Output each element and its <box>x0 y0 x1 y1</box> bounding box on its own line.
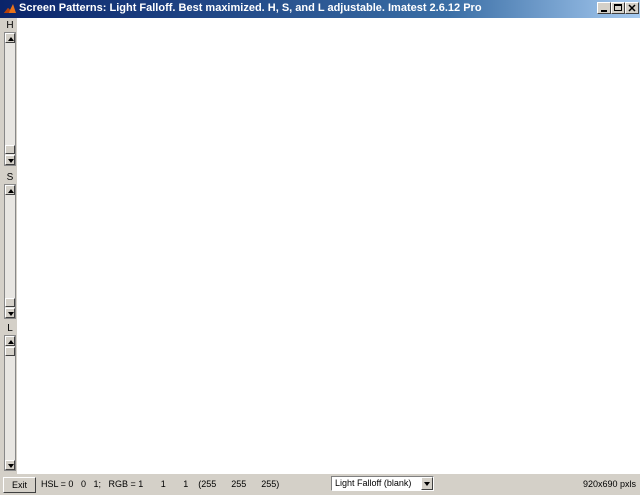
pattern-select[interactable]: Light Falloff (blank) <box>331 476 434 491</box>
app-window: Screen Patterns: Light Falloff. Best max… <box>0 0 640 495</box>
arrow-up-icon <box>8 340 14 344</box>
h-slider-label: H <box>6 20 14 31</box>
minimize-button[interactable] <box>597 2 611 14</box>
close-icon <box>628 4 636 12</box>
s-slider-thumb[interactable] <box>5 298 15 307</box>
l-slider[interactable] <box>4 335 16 471</box>
status-bar: Exit HSL = 0 0 1; RGB = 1 1 1 (255 255 2… <box>0 474 640 495</box>
arrow-down-icon <box>8 464 14 468</box>
minimize-icon <box>601 10 607 12</box>
hsl-rgb-readout: HSL = 0 0 1; RGB = 1 1 1 (255 255 255) <box>41 479 280 489</box>
l-slider-down-button[interactable] <box>5 460 15 470</box>
s-slider-up-button[interactable] <box>5 185 15 195</box>
h-slider[interactable] <box>4 32 16 166</box>
maximize-icon <box>614 4 622 11</box>
window-title: Screen Patterns: Light Falloff. Best max… <box>19 2 482 14</box>
h-slider-up-button[interactable] <box>5 33 15 43</box>
pattern-select-dropdown-button[interactable] <box>421 477 433 490</box>
s-slider[interactable] <box>4 184 16 319</box>
maximize-button[interactable] <box>611 2 625 14</box>
pattern-select-value: Light Falloff (blank) <box>335 478 412 488</box>
h-slider-thumb[interactable] <box>5 145 15 154</box>
matlab-logo-icon <box>4 4 16 13</box>
pattern-size: 920x690 pxls <box>582 479 636 489</box>
l-slider-label: L <box>7 323 13 334</box>
s-slider-down-button[interactable] <box>5 308 15 318</box>
arrow-up-icon <box>8 189 14 193</box>
arrow-up-icon <box>8 37 14 41</box>
chevron-down-icon <box>424 482 430 486</box>
arrow-down-icon <box>8 312 14 316</box>
s-slider-label: S <box>6 172 14 183</box>
title-bar[interactable]: Screen Patterns: Light Falloff. Best max… <box>0 0 640 18</box>
pattern-canvas <box>17 18 640 474</box>
l-slider-thumb[interactable] <box>5 347 15 356</box>
l-slider-up-button[interactable] <box>5 336 15 346</box>
close-button[interactable] <box>625 2 639 14</box>
arrow-down-icon <box>8 159 14 163</box>
h-slider-down-button[interactable] <box>5 155 15 165</box>
exit-button[interactable]: Exit <box>3 477 36 493</box>
